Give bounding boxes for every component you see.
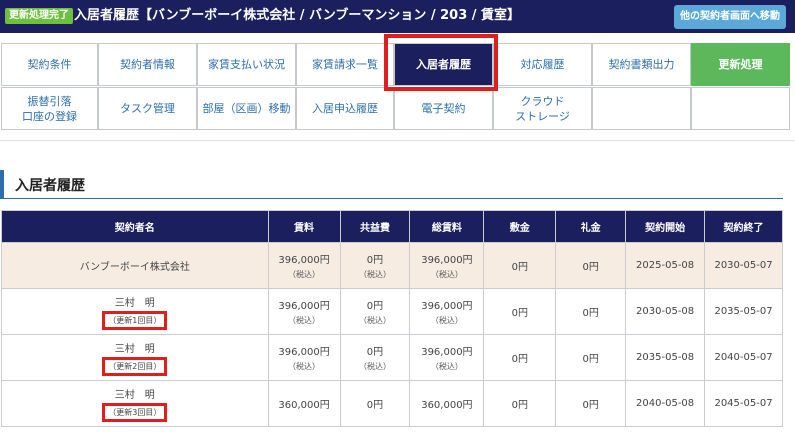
tab-rent-payment-status[interactable]: 家賃支払い状況 bbox=[197, 43, 296, 86]
deposit-cell: 0円 bbox=[483, 380, 557, 427]
tab-renewal-process[interactable]: 更新処理 bbox=[691, 43, 790, 86]
tab-task-management[interactable]: タスク管理 bbox=[98, 87, 197, 130]
tab-contract-documents[interactable]: 契約書類出力 bbox=[592, 43, 691, 86]
contract-start-cell: 2030-05-08 bbox=[625, 288, 706, 335]
contractor-name: 三村 明 bbox=[114, 389, 155, 401]
deposit-cell: 0円 bbox=[483, 288, 557, 335]
contract-end-cell: 2040-05-07 bbox=[704, 334, 783, 381]
tab-rent-billing-list[interactable]: 家賃請求一覧 bbox=[296, 43, 394, 86]
tax-note: （税込） bbox=[288, 362, 321, 371]
tab-contract-terms[interactable]: 契約条件 bbox=[1, 43, 98, 86]
contractor-name: バンブーボーイ株式会社 bbox=[1, 242, 269, 289]
tax-note: （税込） bbox=[358, 316, 391, 325]
contractor-name: 三村 明 bbox=[114, 343, 155, 355]
total-rent-cell: 396,000円 （税込） bbox=[409, 334, 485, 381]
total-rent-value: 396,000円 bbox=[421, 301, 473, 312]
renewal-count-badge: （更新1回目） bbox=[102, 310, 168, 330]
key-money-cell: 0円 bbox=[555, 380, 627, 427]
contractor-name: 三村 明 bbox=[114, 297, 155, 309]
tenant-history-table: 契約者名 賃料 共益費 総賃料 敷金 礼金 契約開始 契約終了 バンブーボーイ株… bbox=[1, 210, 783, 427]
tax-note: （税込） bbox=[358, 270, 391, 279]
total-rent-value: 396,000円 bbox=[421, 255, 473, 266]
tab-contractor-info[interactable]: 契約者情報 bbox=[98, 43, 197, 86]
tab-transfer-account[interactable]: 振替引落 口座の登録 bbox=[1, 87, 98, 130]
contract-start-cell: 2025-05-08 bbox=[625, 242, 706, 289]
contractor-name-cell: 三村 明（更新1回目） bbox=[1, 288, 269, 335]
col-header-contract-start: 契約開始 bbox=[625, 210, 706, 243]
tab-electronic-contract[interactable]: 電子契約 bbox=[394, 87, 493, 130]
contract-end-cell: 2035-05-07 bbox=[704, 288, 783, 335]
tax-note: （税込） bbox=[288, 270, 321, 279]
rent-cell: 360,000円 bbox=[267, 380, 341, 427]
section-heading: 入居者履歴 bbox=[0, 170, 783, 199]
common-fee-cell: 0円 （税込） bbox=[339, 334, 411, 381]
tab-empty-1 bbox=[592, 87, 691, 130]
table-row: 三村 明（更新2回目） 396,000円 （税込） 0円 （税込） 396,000円… bbox=[1, 334, 783, 381]
key-money-cell: 0円 bbox=[555, 334, 627, 381]
tab-application-history[interactable]: 入居申込履歴 bbox=[296, 87, 394, 130]
contract-start-cell: 2040-05-08 bbox=[625, 380, 706, 427]
page-title: 入居者履歴【バンブーボーイ株式会社 / バンブーマンション / 203 / 賃室… bbox=[74, 8, 521, 23]
rent-value: 396,000円 bbox=[278, 301, 330, 312]
col-header-key-money: 礼金 bbox=[555, 210, 627, 243]
contractor-name-cell: 三村 明（更新2回目） bbox=[1, 334, 269, 381]
tab-room-move[interactable]: 部屋（区画）移動 bbox=[197, 87, 296, 130]
total-rent-cell: 360,000円 bbox=[409, 380, 485, 427]
divider bbox=[0, 140, 795, 141]
contractor-name-cell: 三村 明（更新3回目） bbox=[1, 380, 269, 427]
tab-response-history[interactable]: 対応履歴 bbox=[493, 43, 592, 86]
tab-tenant-history[interactable]: 入居者履歴 bbox=[394, 43, 493, 86]
status-badge: 更新処理完了 bbox=[5, 8, 73, 24]
other-contract-button[interactable]: 他の契約者画面へ移動 bbox=[674, 5, 786, 29]
key-money-cell: 0円 bbox=[555, 242, 627, 289]
rent-cell: 396,000円 （税込） bbox=[267, 242, 341, 289]
contract-end-cell: 2030-05-07 bbox=[704, 242, 783, 289]
tab-empty-2 bbox=[691, 87, 790, 130]
common-fee-value: 0円 bbox=[366, 347, 384, 358]
total-rent-cell: 396,000円 （税込） bbox=[409, 288, 485, 335]
col-header-contractor-name: 契約者名 bbox=[1, 210, 269, 243]
renewal-count-badge: （更新2回目） bbox=[102, 356, 168, 376]
tax-note: （税込） bbox=[430, 362, 463, 371]
total-rent-value: 396,000円 bbox=[421, 347, 473, 358]
key-money-cell: 0円 bbox=[555, 288, 627, 335]
common-fee-value: 0円 bbox=[366, 255, 384, 266]
common-fee-cell: 0円 bbox=[339, 380, 411, 427]
common-fee-cell: 0円 （税込） bbox=[339, 242, 411, 289]
deposit-cell: 0円 bbox=[483, 334, 557, 381]
renewal-count-badge: （更新3回目） bbox=[102, 402, 168, 422]
col-header-contract-end: 契約終了 bbox=[704, 210, 783, 243]
col-header-common-fee: 共益費 bbox=[339, 210, 411, 243]
total-rent-cell: 396,000円 （税込） bbox=[409, 242, 485, 289]
col-header-deposit: 敷金 bbox=[483, 210, 557, 243]
tax-note: （税込） bbox=[430, 316, 463, 325]
tax-note: （税込） bbox=[288, 316, 321, 325]
table-row: バンブーボーイ株式会社 396,000円 （税込） 0円 （税込） 396,000円… bbox=[1, 242, 783, 289]
col-header-total-rent: 総賃料 bbox=[409, 210, 485, 243]
contract-start-cell: 2035-05-08 bbox=[625, 334, 706, 381]
table-header-row: 契約者名 賃料 共益費 総賃料 敷金 礼金 契約開始 契約終了 bbox=[1, 210, 783, 243]
table-row: 三村 明（更新1回目） 396,000円 （税込） 0円 （税込） 396,000円… bbox=[1, 288, 783, 335]
common-fee-value: 0円 bbox=[366, 301, 384, 312]
rent-cell: 396,000円 （税込） bbox=[267, 334, 341, 381]
rent-cell: 396,000円 （税込） bbox=[267, 288, 341, 335]
rent-value: 396,000円 bbox=[278, 255, 330, 266]
tab-cloud-storage[interactable]: クラウド ストレージ bbox=[493, 87, 592, 130]
contract-end-cell: 2045-05-07 bbox=[704, 380, 783, 427]
rent-value: 396,000円 bbox=[278, 347, 330, 358]
section-title: 入居者履歴 bbox=[15, 178, 85, 194]
tax-note: （税込） bbox=[358, 362, 391, 371]
table-row: 三村 明（更新3回目） 360,000円 0円 360,000円 0円 0円 2… bbox=[1, 380, 783, 427]
col-header-rent: 賃料 bbox=[267, 210, 341, 243]
common-fee-cell: 0円 （税込） bbox=[339, 288, 411, 335]
tax-note: （税込） bbox=[430, 270, 463, 279]
header-bar: 更新処理完了 入居者履歴【バンブーボーイ株式会社 / バンブーマンション / 2… bbox=[0, 0, 795, 33]
deposit-cell: 0円 bbox=[483, 242, 557, 289]
